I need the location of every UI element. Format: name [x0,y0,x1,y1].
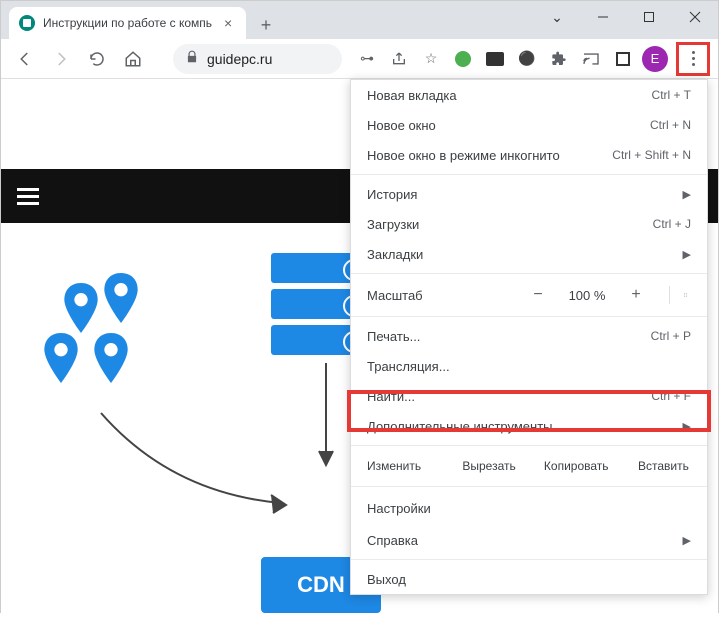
extension-square-icon[interactable] [610,46,636,72]
kebab-icon [692,51,695,66]
extensions-puzzle-icon[interactable] [546,46,572,72]
menu-label: Новая вкладка [367,88,457,103]
zoom-out-button[interactable]: − [525,286,551,304]
menu-separator [351,174,707,175]
chevron-right-icon: ▶ [683,534,691,547]
menu-exit[interactable]: Выход [351,564,707,594]
extension-green-icon[interactable] [450,46,476,72]
menu-label: Печать... [367,329,420,344]
menu-label: Настройки [367,501,431,516]
new-tab-button[interactable]: + [252,11,280,39]
menu-label: Закладки [367,247,423,262]
menu-cut[interactable]: Вырезать [445,450,532,482]
share-icon[interactable] [386,46,412,72]
key-icon[interactable]: ⊶ [354,46,380,72]
zoom-in-button[interactable]: + [623,286,649,304]
arrow-icon [311,363,341,478]
minimize-button[interactable] [580,1,626,33]
url-text: guidepc.ru [207,51,272,67]
menu-label: Дополнительные инструменты [367,419,553,434]
menu-separator [351,486,707,487]
star-icon[interactable]: ☆ [418,46,444,72]
address-bar[interactable]: guidepc.ru [173,44,342,74]
menu-label: Масштаб [367,288,525,303]
menu-downloads[interactable]: Загрузки Ctrl + J [351,209,707,239]
menu-label: Новое окно [367,118,436,133]
back-button[interactable] [9,43,41,75]
menu-shortcut: Ctrl + P [651,329,691,343]
main-menu-button[interactable] [676,42,710,76]
menu-separator [351,445,707,446]
hamburger-icon[interactable] [17,188,39,205]
menu-history[interactable]: История ▶ [351,179,707,209]
browser-tab[interactable]: Инструкции по работе с компь × [9,7,246,39]
map-pin-icon [61,283,101,338]
zoom-value: 100 % [565,288,609,303]
menu-more-tools[interactable]: Дополнительные инструменты ▶ [351,411,707,441]
menu-label: Справка [367,533,418,548]
menu-label: Новое окно в режиме инкогнито [367,148,560,163]
menu-label: Выход [367,572,406,587]
menu-separator [351,559,707,560]
menu-cast[interactable]: Трансляция... [351,351,707,381]
menu-new-window[interactable]: Новое окно Ctrl + N [351,110,707,140]
toolbar: guidepc.ru ⊶ ☆ ⚫ E [1,39,718,79]
cast-icon[interactable] [578,46,604,72]
menu-label: Трансляция... [367,359,450,374]
favicon-icon [19,15,35,31]
menu-find[interactable]: Найти... Ctrl + F [351,381,707,411]
menu-paste[interactable]: Вставить [620,450,707,482]
menu-settings[interactable]: Настройки [351,491,707,525]
close-tab-icon[interactable]: × [220,15,236,31]
close-window-button[interactable] [672,1,718,33]
menu-separator [351,316,707,317]
chevron-right-icon: ▶ [683,420,691,433]
fullscreen-icon[interactable] [669,286,687,304]
map-pin-icon [91,333,131,388]
menu-zoom: Масштаб − 100 % + [351,278,707,312]
forward-button[interactable] [45,43,77,75]
menu-shortcut: Ctrl + F [651,389,691,403]
menu-print[interactable]: Печать... Ctrl + P [351,321,707,351]
menu-shortcut: Ctrl + J [653,217,691,231]
menu-new-tab[interactable]: Новая вкладка Ctrl + T [351,80,707,110]
menu-label: Найти... [367,389,415,404]
menu-label: Изменить [351,450,445,482]
map-pin-icon [41,333,81,388]
menu-shortcut: Ctrl + Shift + N [612,148,691,162]
menu-incognito[interactable]: Новое окно в режиме инкогнито Ctrl + Shi… [351,140,707,170]
menu-help[interactable]: Справка ▶ [351,525,707,555]
reload-button[interactable] [81,43,113,75]
tab-title: Инструкции по работе с компь [43,16,212,30]
menu-label: Загрузки [367,217,419,232]
menu-bookmarks[interactable]: Закладки ▶ [351,239,707,269]
chevron-right-icon: ▶ [683,188,691,201]
map-pin-icon [101,273,141,328]
menu-shortcut: Ctrl + N [650,118,691,132]
menu-shortcut: Ctrl + T [652,88,691,102]
profile-avatar[interactable]: E [642,46,668,72]
menu-separator [351,273,707,274]
menu-copy[interactable]: Копировать [533,450,620,482]
home-button[interactable] [117,43,149,75]
arrow-icon [91,403,291,528]
caret-down-icon[interactable]: ⌄ [534,1,580,33]
menu-edit-row: Изменить Вырезать Копировать Вставить [351,450,707,482]
extension-camera-icon[interactable] [482,46,508,72]
main-menu-dropdown: Новая вкладка Ctrl + T Новое окно Ctrl +… [350,79,708,595]
lock-icon [185,50,199,67]
menu-label: История [367,187,417,202]
chevron-right-icon: ▶ [683,248,691,261]
maximize-button[interactable] [626,1,672,33]
extension-dots-icon[interactable]: ⚫ [514,46,540,72]
